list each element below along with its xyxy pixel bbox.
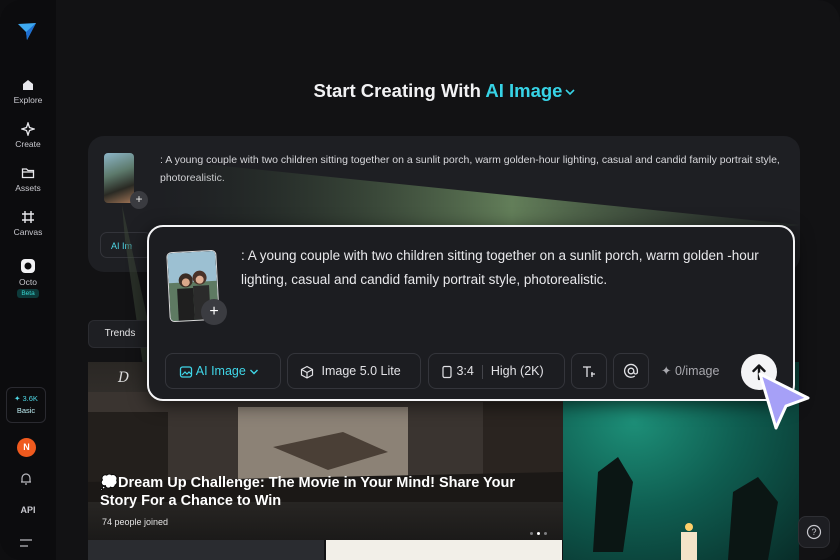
mode-select[interactable]: AI Image — [165, 353, 281, 389]
credit-star-icon: ✦ — [14, 394, 21, 403]
page-title: Start Creating With AI Image — [0, 80, 840, 102]
plan-label: Basic — [16, 406, 36, 415]
app-window: Explore Create Assets Canvas Octo Beta ✦… — [0, 0, 840, 560]
at-sign-icon — [623, 363, 639, 378]
sidebar-item-assets[interactable]: Assets — [0, 166, 56, 193]
sidebar-item-label: Canvas — [13, 227, 43, 237]
pointer-cursor-icon — [758, 372, 810, 430]
model-select-label: Image 5.0 Lite — [321, 364, 401, 378]
gallery-item[interactable] — [88, 540, 324, 560]
credit-cost: ✦ 0/image — [661, 353, 719, 389]
octo-icon — [21, 259, 35, 273]
sidebar-item-label: Assets — [15, 183, 41, 193]
aspect-ratio-icon — [442, 365, 452, 378]
ratio-quality-select[interactable]: 3:4 High (2K) — [428, 353, 565, 389]
text-format-button[interactable] — [571, 353, 607, 389]
title-prefix: Start Creating With — [313, 80, 481, 101]
cube-icon — [300, 365, 314, 379]
api-link[interactable]: API — [0, 505, 56, 515]
menu-icon[interactable] — [19, 538, 33, 548]
mode-chip-label: AI Im — [111, 241, 133, 251]
credits-widget[interactable]: ✦ 3.6K Basic — [6, 387, 46, 423]
mode-dropdown-label: AI Image — [485, 80, 563, 101]
prompt-text[interactable]: : A young couple with two children sitti… — [160, 151, 790, 187]
help-icon: ? — [806, 524, 822, 540]
beta-badge: Beta — [17, 289, 39, 298]
gallery-item[interactable] — [326, 540, 562, 560]
sidebar-item-octo[interactable]: Octo Beta — [0, 258, 56, 298]
banner-joined-count: 74 people joined — [102, 517, 169, 527]
mode-dropdown[interactable]: AI Image — [485, 80, 576, 101]
chevron-down-icon — [565, 89, 576, 96]
credit-cost-label: 0/image — [674, 364, 720, 378]
add-image-button[interactable]: + — [130, 191, 148, 209]
sidebar-item-label: Create — [15, 139, 41, 149]
prompt-editor-popup: + : A young couple with two children sit… — [147, 225, 795, 401]
text-format-icon — [583, 366, 595, 377]
banner-title: 💭Dream Up Challenge: The Movie in Your M… — [100, 475, 515, 509]
reference-image-thumbnail[interactable] — [104, 153, 134, 203]
svg-text:?: ? — [811, 527, 816, 537]
sparkle-icon: ✦ — [661, 364, 672, 378]
folder-icon — [21, 168, 35, 179]
mention-button[interactable] — [613, 353, 649, 389]
app-logo-icon[interactable] — [16, 20, 38, 42]
add-image-button[interactable]: + — [201, 299, 227, 325]
carousel-dots[interactable] — [530, 522, 551, 540]
sparkle-icon — [21, 122, 35, 136]
prompt-input[interactable]: : A young couple with two children sitti… — [241, 244, 781, 292]
canvas-icon — [22, 211, 34, 223]
credits-amount: 3.6K — [22, 394, 38, 403]
quality-label: High (2K) — [490, 364, 544, 378]
mode-select-label: AI Image — [195, 364, 246, 378]
tab-trends[interactable]: Trends — [88, 320, 152, 348]
sidebar-item-canvas[interactable]: Canvas — [0, 210, 56, 237]
mode-chip[interactable]: AI Im — [100, 232, 152, 258]
model-select[interactable]: Image 5.0 Lite — [287, 353, 421, 389]
image-icon — [179, 366, 193, 378]
sidebar-item-label: Octo — [19, 277, 37, 287]
help-button[interactable]: ? — [798, 516, 830, 548]
bell-icon[interactable] — [19, 472, 33, 486]
chevron-down-icon — [250, 369, 259, 375]
ratio-label: 3:4 — [456, 364, 474, 378]
sidebar-item-create[interactable]: Create — [0, 122, 56, 149]
avatar[interactable]: N — [17, 438, 36, 457]
banner-brand: D — [118, 370, 130, 386]
